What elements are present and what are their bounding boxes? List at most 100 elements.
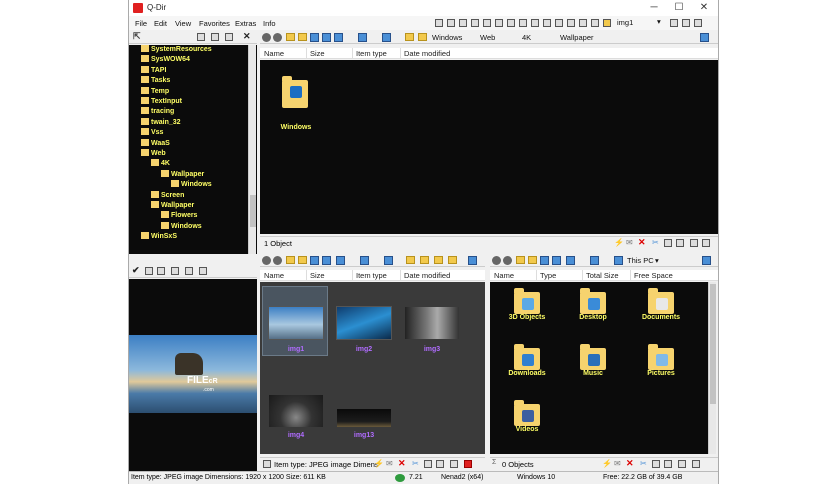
pane-menu-icon[interactable] (702, 256, 711, 265)
preview-tool-icon[interactable] (157, 267, 165, 275)
col-item-type[interactable]: Item type (356, 271, 387, 280)
col-separator[interactable] (582, 270, 583, 281)
drive-icon[interactable] (382, 33, 391, 42)
col-separator[interactable] (400, 270, 401, 281)
menu-view[interactable]: View (175, 19, 191, 28)
new-folder-icon[interactable] (298, 256, 307, 264)
item-label[interactable]: img2 (336, 346, 392, 353)
refresh-icon[interactable] (322, 33, 331, 42)
paste-icon[interactable] (664, 460, 672, 468)
br-pane-list[interactable]: 3D Objects Desktop Documents Downloads M… (490, 282, 708, 454)
br-scrollbar[interactable] (708, 282, 716, 454)
folder-icon[interactable] (448, 256, 457, 264)
help-icon[interactable] (682, 19, 690, 27)
item-label[interactable]: Pictures (628, 370, 694, 377)
view-mode-icon[interactable] (334, 33, 343, 42)
close-button[interactable]: ✕ (694, 2, 714, 14)
bl-pane-list[interactable]: img1 img2 img3 img4 img13 (260, 282, 485, 454)
forward-icon[interactable] (503, 256, 512, 265)
tree-item[interactable]: Vss (141, 128, 163, 138)
tree-item[interactable]: Windows (171, 180, 212, 190)
layout-icon[interactable] (435, 19, 443, 27)
item-label[interactable]: img4 (268, 432, 324, 439)
minimize-button[interactable]: ─ (644, 2, 664, 14)
layout-icon[interactable] (471, 19, 479, 27)
filter-icon[interactable]: ⚡ (614, 238, 624, 247)
col-separator[interactable] (536, 270, 537, 281)
close-tree-icon[interactable]: ✕ (243, 31, 251, 42)
tree-item[interactable]: TAPI (141, 65, 166, 76)
thumbnail-img1[interactable] (268, 306, 324, 340)
col-separator[interactable] (400, 48, 401, 59)
layout-icon[interactable] (567, 19, 575, 27)
up-folder-icon[interactable] (286, 33, 295, 41)
up-folder-icon[interactable] (516, 256, 525, 264)
view-icon[interactable] (310, 33, 319, 42)
settings-icon[interactable] (670, 19, 678, 27)
tree-item[interactable]: WinSxS (141, 232, 177, 242)
tree-item[interactable]: WaaS (141, 138, 170, 149)
checkmark-icon[interactable]: ✔ (132, 265, 140, 276)
menu-info[interactable]: Info (263, 19, 276, 28)
item-label[interactable]: img1 (268, 346, 324, 353)
tree-item[interactable]: Windows (161, 221, 202, 232)
title-bar[interactable]: Q-Dir ─ ☐ ✕ (129, 0, 718, 16)
desktop-icon[interactable] (360, 256, 369, 265)
folder-icon[interactable] (420, 256, 429, 264)
layout-icon[interactable] (483, 19, 491, 27)
new-folder-icon[interactable] (528, 256, 537, 264)
tree-item[interactable]: Web (141, 149, 166, 159)
forward-icon[interactable] (273, 33, 282, 42)
tree-item[interactable]: Flowers (161, 211, 197, 221)
menu-file[interactable]: File (135, 19, 147, 28)
preview-tool-icon[interactable] (199, 267, 207, 275)
col-name[interactable]: Name (494, 271, 514, 280)
mail-icon[interactable]: ✉ (614, 459, 621, 468)
layout-icon[interactable] (591, 19, 599, 27)
tree-item[interactable]: twain_32 (141, 117, 181, 128)
menu-edit[interactable]: Edit (154, 19, 167, 28)
item-label[interactable]: Documents (628, 314, 694, 321)
folder-icon[interactable] (406, 256, 415, 264)
grid-icon[interactable] (702, 239, 710, 247)
crumb-wallpaper[interactable]: Wallpaper (560, 32, 594, 43)
desktop-icon[interactable] (590, 256, 599, 265)
tree-item[interactable]: 4K (151, 159, 170, 169)
col-name[interactable]: Name (264, 49, 284, 58)
folder-tree[interactable]: SystemResources SysWOW64 TAPI Tasks Temp Text… (129, 45, 257, 254)
copy-icon[interactable] (664, 239, 672, 247)
br-scroll-thumb[interactable] (710, 284, 716, 404)
this-pc-icon[interactable] (614, 256, 623, 265)
tree-scroll-thumb[interactable] (250, 195, 256, 227)
maximize-button[interactable]: ☐ (669, 2, 689, 14)
tree-item[interactable]: TextInput (141, 97, 182, 107)
filter-icon[interactable]: ⚡ (602, 459, 612, 468)
folder-icon[interactable] (434, 256, 443, 264)
layout-icon[interactable] (459, 19, 467, 27)
crumb-web[interactable]: Web (480, 32, 495, 43)
pane-menu-icon[interactable] (468, 256, 477, 265)
tree-item[interactable]: Temp (141, 86, 169, 97)
pane-menu-icon[interactable] (700, 33, 709, 42)
col-item-type[interactable]: Item type (356, 49, 387, 58)
crumb-windows[interactable]: Windows (432, 32, 462, 43)
col-separator[interactable] (630, 270, 631, 281)
col-separator[interactable] (306, 48, 307, 59)
back-icon[interactable] (262, 256, 271, 265)
tree-item[interactable]: Wallpaper (151, 201, 194, 211)
col-size[interactable]: Size (310, 271, 325, 280)
delete-icon[interactable]: ✕ (638, 237, 646, 248)
tree-item[interactable]: Tasks (141, 76, 170, 86)
stop-icon[interactable] (464, 460, 472, 468)
col-separator[interactable] (306, 270, 307, 281)
properties-icon[interactable] (690, 239, 698, 247)
chevron-down-icon[interactable]: ▾ (657, 17, 661, 26)
col-separator[interactable] (352, 48, 353, 59)
tree-tool-icon[interactable] (225, 33, 233, 41)
copy-icon[interactable] (652, 460, 660, 468)
col-total-size[interactable]: Total Size (586, 271, 619, 280)
tree-scrollbar[interactable] (248, 45, 256, 254)
back-icon[interactable] (492, 256, 501, 265)
item-label[interactable]: Downloads (494, 370, 560, 377)
view-mode-icon[interactable] (566, 256, 575, 265)
